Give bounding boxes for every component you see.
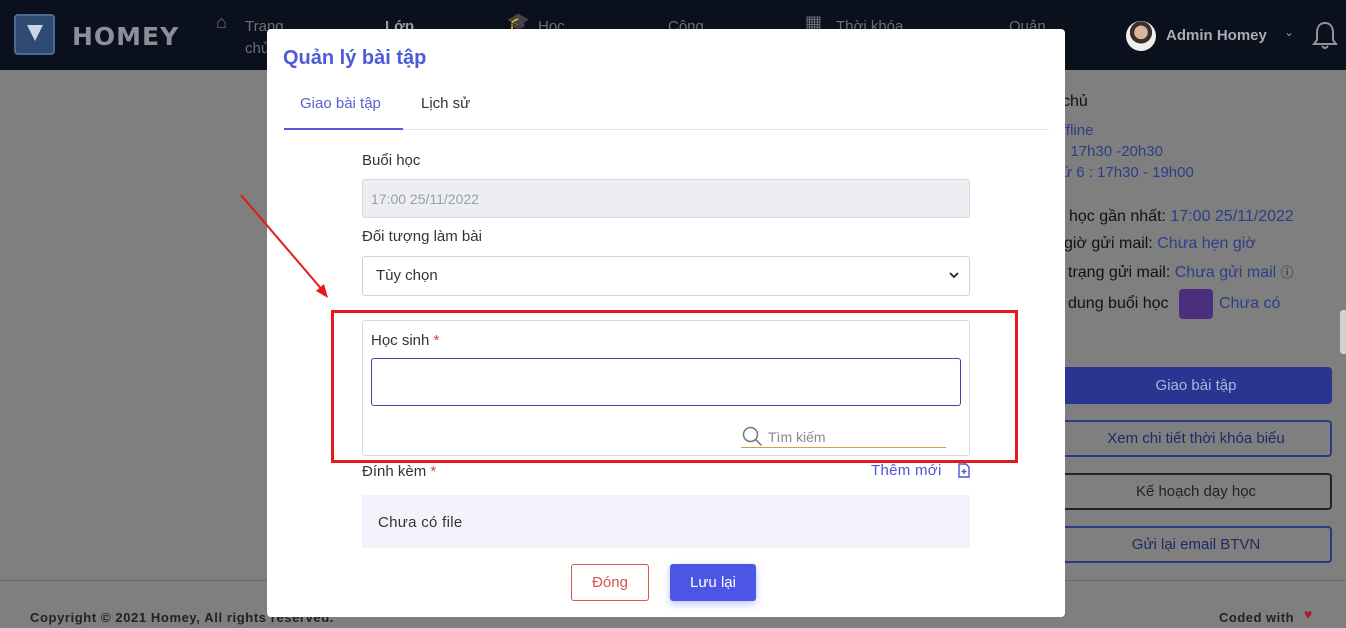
class-mode: ffline <box>1062 122 1094 139</box>
edit-icon[interactable] <box>1179 289 1213 319</box>
save-button[interactable]: Lưu lại <box>670 564 756 601</box>
session-label: Buổi học <box>362 152 421 169</box>
target-select[interactable]: Tùy chọn <box>362 256 970 296</box>
brand-name[interactable]: HOMEY <box>72 22 179 51</box>
teaching-plan-button[interactable]: Kế hoạch dạy học <box>1060 473 1332 510</box>
home-icon: ⌂ <box>216 12 227 32</box>
arrow-icon <box>240 194 328 298</box>
file-plus-icon[interactable] <box>958 463 970 478</box>
active-tab-indicator <box>284 128 403 130</box>
attach-label: Đính kèm * <box>362 463 437 480</box>
target-label: Đối tượng làm bài <box>362 228 482 245</box>
view-timetable-button[interactable]: Xem chi tiết thời khóa biểu <box>1060 420 1332 457</box>
highlight-box <box>331 310 1018 463</box>
schedule-line-2: ứ 6 : 17h30 - 19h00 <box>1062 164 1194 181</box>
resend-email-button[interactable]: Gửi lại email BTVN <box>1060 526 1332 563</box>
session-content-value: Chưa có <box>1219 295 1281 312</box>
class-info-heading: chủ <box>1062 93 1088 110</box>
tab-assign-homework[interactable]: Giao bài tập <box>300 95 381 124</box>
tab-history[interactable]: Lịch sử <box>421 95 470 124</box>
heart-icon: ♥ <box>1304 606 1313 622</box>
session-content-label: dung buổi học <box>1068 295 1169 312</box>
side-drawer-handle[interactable] <box>1340 310 1346 354</box>
assign-homework-button[interactable]: Giao bài tập <box>1060 367 1332 404</box>
mail-time-row: giờ gửi mail: Chưa hẹn giờ <box>1064 235 1256 252</box>
chevron-down-icon[interactable]: ⌄ <box>1284 25 1294 39</box>
latest-session-row: học gần nhất: 17:00 25/11/2022 <box>1069 208 1294 225</box>
info-icon[interactable]: ⓘ <box>1281 265 1294 280</box>
attachment-dropzone[interactable]: Chưa có file <box>362 495 970 548</box>
footer-coded-with: Coded with <box>1219 610 1295 625</box>
bell-icon[interactable] <box>1312 20 1338 50</box>
close-button[interactable]: Đóng <box>571 564 649 601</box>
chevron-down-icon <box>949 272 959 279</box>
target-select-value: Tùy chọn <box>376 267 438 284</box>
session-field: 17:00 25/11/2022 <box>362 179 970 218</box>
schedule-line-1: : 17h30 -20h30 <box>1062 143 1163 160</box>
avatar[interactable] <box>1126 21 1156 51</box>
add-attachment-link[interactable]: Thêm mới <box>871 462 942 479</box>
mail-status-row: trạng gửi mail: Chưa gửi mail ⓘ <box>1068 264 1294 281</box>
no-file-text: Chưa có file <box>378 514 463 531</box>
modal-title: Quản lý bài tập <box>283 47 427 69</box>
brand-logo-icon[interactable] <box>14 14 55 55</box>
user-name[interactable]: Admin Homey <box>1166 27 1267 44</box>
